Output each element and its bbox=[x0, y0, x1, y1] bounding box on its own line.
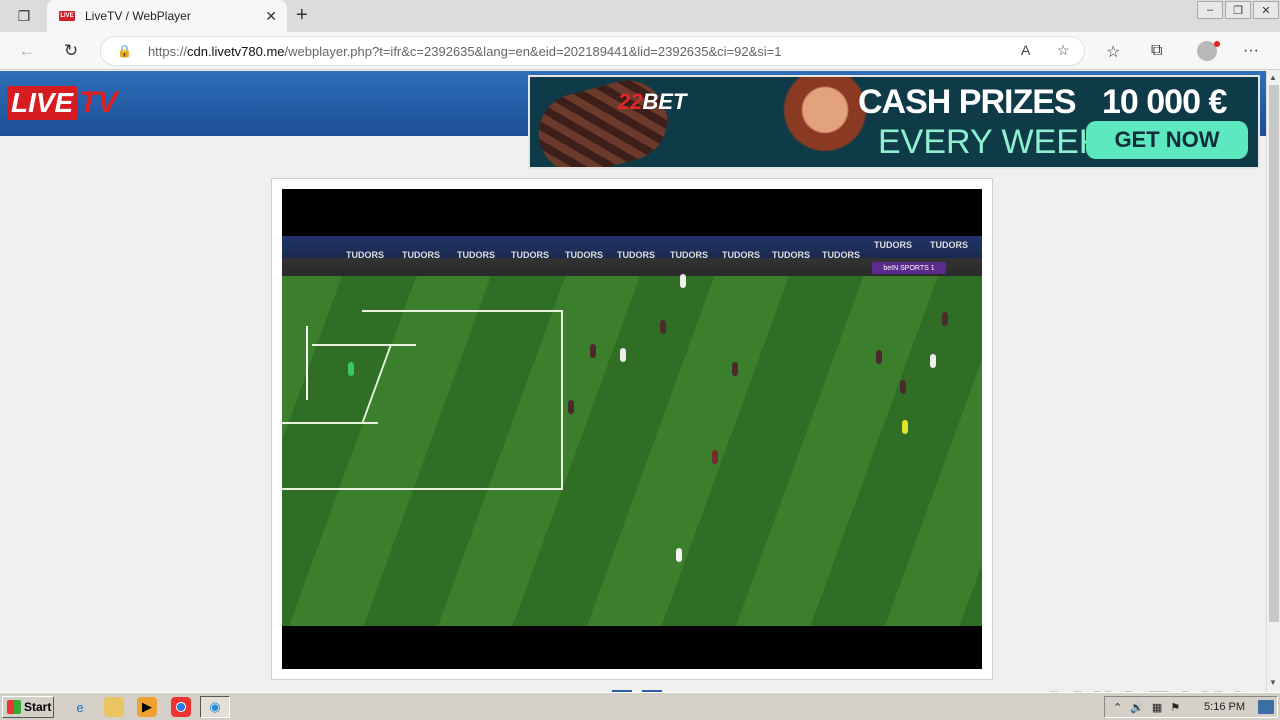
taskbar: Start e ▶ ◉ ⌃ 🔊 ▦ ⚑ 5:16 PM bbox=[0, 692, 1280, 720]
active-tab[interactable]: LIVE LiveTV / WebPlayer ✕ bbox=[47, 0, 287, 32]
livetv-logo[interactable]: LIVE TV bbox=[7, 85, 118, 121]
ad-headline-2: 10 000 € bbox=[1102, 83, 1227, 121]
close-tab-icon[interactable]: ✕ bbox=[265, 8, 277, 25]
channel-logo: beIN SPORTS 1 bbox=[872, 262, 946, 274]
favorites-icon[interactable]: ☆ bbox=[1106, 42, 1120, 62]
restore-icon[interactable]: ❐ bbox=[1225, 1, 1251, 19]
ad-brand-text: BET bbox=[642, 89, 687, 114]
player bbox=[620, 348, 626, 362]
profile-avatar[interactable] bbox=[1197, 41, 1220, 61]
chrome-icon[interactable] bbox=[171, 697, 191, 717]
url-host: cdn.livetv780.me bbox=[186, 43, 285, 59]
ad-cta-button[interactable]: GET NOW bbox=[1086, 121, 1248, 159]
url-path: /webplayer.php?t=ifr&c=2392635&lang=en&e… bbox=[284, 43, 782, 59]
media-player-icon[interactable]: ▶ bbox=[137, 697, 157, 717]
tab-strip: ❐ LIVE LiveTV / WebPlayer ✕ + – ❐ ✕ bbox=[0, 0, 1280, 32]
football-pitch-video: TUDORS TUDORS TUDORS TUDORS TUDORS TUDOR… bbox=[282, 236, 982, 626]
pitch-line bbox=[361, 344, 393, 422]
page-scrollbar[interactable]: ▲ ▼ bbox=[1266, 71, 1280, 692]
system-tray: ⌃ 🔊 ▦ ⚑ 5:16 PM bbox=[1104, 696, 1278, 718]
scroll-up-icon[interactable]: ▲ bbox=[1269, 73, 1277, 82]
tray-expand-icon[interactable]: ⌃ bbox=[1113, 701, 1122, 714]
new-tab-icon[interactable]: + bbox=[296, 4, 308, 26]
ad-board: TUDORS bbox=[930, 240, 968, 250]
ad-board: TUDORS bbox=[511, 250, 549, 260]
ad-board: TUDORS bbox=[722, 250, 760, 260]
player bbox=[876, 350, 882, 364]
minimize-icon[interactable]: – bbox=[1197, 1, 1223, 19]
back-icon[interactable]: ← bbox=[16, 40, 38, 62]
address-bar-row: ← ↻ 🔒 https://cdn.livetv780.me/webplayer… bbox=[0, 32, 1280, 70]
lock-icon[interactable]: 🔒 bbox=[117, 44, 132, 58]
logo-tv: TV bbox=[79, 86, 118, 119]
clock: 5:16 PM bbox=[1204, 701, 1245, 713]
ad-board: TUDORS bbox=[874, 240, 912, 250]
pitch-line bbox=[312, 344, 416, 346]
player bbox=[590, 344, 596, 358]
read-aloud-icon[interactable]: A bbox=[1021, 42, 1030, 58]
pitch-line bbox=[362, 310, 562, 312]
tab-actions-icon[interactable]: ❐ bbox=[10, 6, 38, 26]
start-label: Start bbox=[24, 700, 52, 714]
player bbox=[680, 274, 686, 288]
pitch-line bbox=[561, 310, 563, 490]
scrollbar-thumb[interactable] bbox=[1269, 85, 1279, 622]
file-explorer-icon[interactable] bbox=[104, 697, 124, 717]
player bbox=[900, 380, 906, 394]
refresh-icon[interactable]: ↻ bbox=[60, 40, 82, 62]
scroll-down-icon[interactable]: ▼ bbox=[1269, 678, 1277, 687]
ad-board: TUDORS bbox=[457, 250, 495, 260]
start-button[interactable]: Start bbox=[2, 696, 54, 718]
volume-icon[interactable]: 🔊 bbox=[1130, 701, 1144, 714]
ad-board: TUDORS bbox=[346, 250, 384, 260]
internet-explorer-icon[interactable]: e bbox=[70, 697, 90, 717]
video-player[interactable]: TUDORS TUDORS TUDORS TUDORS TUDORS TUDOR… bbox=[282, 189, 982, 669]
ad-board: TUDORS bbox=[822, 250, 860, 260]
anyrun-watermark: ANY RUN bbox=[1038, 682, 1245, 692]
player bbox=[732, 362, 738, 376]
more-menu-icon[interactable]: ··· bbox=[1243, 42, 1259, 60]
player bbox=[930, 354, 936, 368]
add-favorite-icon[interactable]: ☆ bbox=[1057, 42, 1070, 59]
close-window-icon[interactable]: ✕ bbox=[1253, 1, 1279, 19]
ad-board: TUDORS bbox=[402, 250, 440, 260]
show-desktop-icon[interactable] bbox=[1258, 700, 1274, 714]
stadium-stands: TUDORS TUDORS TUDORS TUDORS TUDORS TUDOR… bbox=[282, 236, 982, 276]
collections-icon[interactable]: ⧉ bbox=[1151, 42, 1162, 60]
player bbox=[568, 400, 574, 414]
page-content: LIVE TV 22BET CASH PRIZES 10 000 € EVERY… bbox=[0, 71, 1266, 692]
window-controls: – ❐ ✕ bbox=[1196, 0, 1280, 20]
tab-title: LiveTV / WebPlayer bbox=[85, 9, 191, 23]
ad-headline-1: CASH PRIZES bbox=[858, 83, 1077, 121]
ad-headline-3: EVERY WEEK bbox=[878, 123, 1102, 161]
pitch-line bbox=[282, 422, 378, 424]
network-icon[interactable]: ▦ bbox=[1152, 701, 1162, 714]
player bbox=[676, 548, 682, 562]
referee bbox=[902, 420, 908, 434]
flag-icon[interactable]: ⚑ bbox=[1170, 701, 1180, 714]
video-player-frame: TUDORS TUDORS TUDORS TUDORS TUDORS TUDOR… bbox=[271, 178, 993, 680]
url-prefix: https:// bbox=[147, 43, 187, 59]
player bbox=[942, 312, 948, 326]
ad-board: TUDORS bbox=[617, 250, 655, 260]
goal-post bbox=[306, 326, 308, 400]
ad-board: TUDORS bbox=[772, 250, 810, 260]
edge-icon[interactable]: ◉ bbox=[200, 696, 230, 718]
player bbox=[660, 320, 666, 334]
goalkeeper bbox=[348, 362, 354, 376]
player bbox=[712, 450, 718, 464]
url-field[interactable]: 🔒 https://cdn.livetv780.me/webplayer.php… bbox=[100, 36, 1085, 66]
ad-brand-number: 22 bbox=[618, 89, 643, 114]
ad-board: TUDORS bbox=[565, 250, 603, 260]
ad-board: TUDORS bbox=[670, 250, 708, 260]
pitch-line bbox=[282, 488, 563, 490]
windows-flag-icon bbox=[7, 700, 21, 714]
ad-brand: 22BET bbox=[618, 89, 686, 115]
logo-live: LIVE bbox=[7, 86, 78, 120]
livetv-favicon-icon: LIVE bbox=[59, 11, 75, 21]
ad-banner[interactable]: 22BET CASH PRIZES 10 000 € EVERY WEEK GE… bbox=[528, 75, 1260, 169]
